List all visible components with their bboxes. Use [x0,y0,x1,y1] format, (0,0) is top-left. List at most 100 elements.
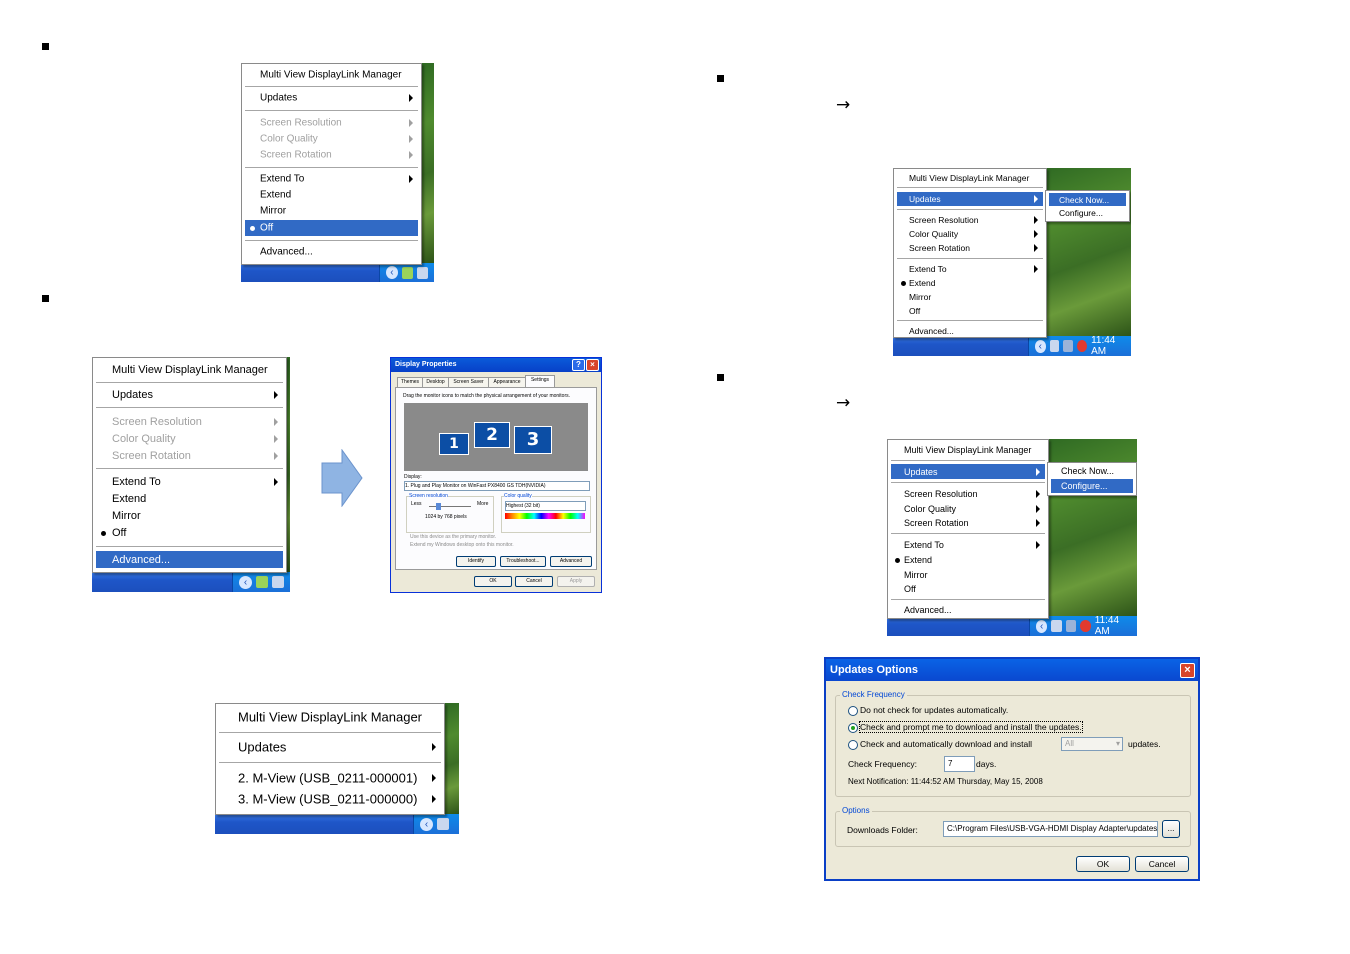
context-menu: Multi View DisplayLink Manager Updates S… [893,168,1047,338]
color-quality-select[interactable]: Highest (32 bit) [505,501,586,511]
network-icon[interactable] [401,266,413,279]
menu-item-off[interactable]: Off [245,220,418,236]
radio-auto-install-label: Check and automatically download and ins… [860,739,1032,749]
menu-item-mview-1[interactable]: 2. M-View (USB_0211-000001) [219,768,441,788]
browse-button[interactable]: ... [1162,820,1180,838]
monitor-1[interactable]: 1 [439,433,469,455]
radio-auto-install[interactable] [848,740,858,750]
slider-thumb[interactable] [436,503,441,510]
menu-item-color-quality[interactable]: Color Quality [96,430,283,447]
troubleshoot-button[interactable]: Troubleshoot... [500,556,546,567]
frequency-unit: days. [976,759,997,769]
close-button[interactable]: × [1180,663,1195,678]
frequency-input[interactable]: 7 [944,756,975,772]
close-button[interactable]: × [586,359,599,371]
menu-item-color-quality[interactable]: Color Quality [891,501,1045,516]
menu-item-advanced[interactable]: Advanced... [897,324,1043,338]
menu-item-updates[interactable]: Updates [897,192,1043,206]
menu-item-mirror[interactable]: Mirror [96,507,283,524]
menu-item-updates[interactable]: Updates [96,386,283,403]
menu-item-screen-rotation[interactable]: Screen Rotation [96,447,283,464]
updates-type-select[interactable]: All ▾ [1061,737,1123,751]
menu-screenshot-4: ‹ 11:44 AM Multi View DisplayLink Manage… [893,168,1131,356]
apply-button[interactable]: Apply [557,576,595,587]
monitor-2[interactable]: 2 [474,422,510,448]
menu-item-updates[interactable]: Updates [219,737,441,757]
menu-item-extend-to[interactable]: Extend To [245,171,418,187]
downloads-folder-input[interactable]: C:\Program Files\USB-VGA-HDMI Display Ad… [943,821,1158,837]
radio-no-check[interactable] [848,706,858,716]
primary-monitor-checkbox[interactable]: Use this device as the primary monitor. [410,534,496,540]
menu-item-screen-resolution[interactable]: Screen Resolution [96,413,283,430]
menu-item-off[interactable]: Off [96,524,283,541]
extend-desktop-checkbox[interactable]: Extend my Windows desktop onto this moni… [410,542,514,548]
network-icon[interactable] [1065,620,1077,632]
cancel-button[interactable]: Cancel [1135,856,1189,872]
menu-item-extend-to[interactable]: Extend To [897,262,1043,276]
menu-item-color-quality[interactable]: Color Quality [897,227,1043,241]
menu-item-screen-resolution[interactable]: Screen Resolution [891,486,1045,501]
menu-item-extend[interactable]: Extend [96,490,283,507]
menu-item-extend[interactable]: Extend [245,187,418,203]
menu-item-screen-resolution[interactable]: Screen Resolution [245,115,418,131]
identify-button[interactable]: Identify [456,556,496,567]
network-icon[interactable] [1063,340,1074,352]
display-icon[interactable] [1051,620,1062,632]
menu-item-advanced[interactable]: Advanced... [891,602,1045,617]
options-label: Options [840,806,872,815]
menu-item-color-quality[interactable]: Color Quality [245,131,418,147]
color-spectrum [505,513,585,519]
menu-item-mirror[interactable]: Mirror [891,567,1045,582]
display-icon[interactable] [437,818,449,830]
menu-item-advanced[interactable]: Advanced... [245,244,418,260]
menu-item-updates[interactable]: Updates [245,90,418,106]
context-menu: Multi View DisplayLink Manager Updates S… [92,357,287,573]
menu-item-mirror[interactable]: Mirror [897,290,1043,304]
chevron-left-icon[interactable]: ‹ [386,266,398,279]
menu-item-off[interactable]: Off [897,304,1043,318]
menu-item-extend[interactable]: Extend [897,276,1043,290]
ok-button[interactable]: OK [474,576,512,587]
menu-item-screen-resolution[interactable]: Screen Resolution [897,213,1043,227]
menu-item-mview-2[interactable]: 3. M-View (USB_0211-000000) [219,789,441,809]
monitor-3[interactable]: 3 [514,426,552,454]
chevron-left-icon[interactable]: ‹ [1035,339,1046,353]
bullet [717,75,724,82]
menu-item-advanced[interactable]: Advanced... [96,551,283,568]
display-icon[interactable] [416,266,429,279]
menu-item-extend-to[interactable]: Extend To [96,473,283,490]
cancel-button[interactable]: Cancel [515,576,553,587]
security-icon[interactable] [1077,340,1088,352]
radio-check-prompt[interactable] [848,723,858,733]
menu-screenshot-1: ‹ Multi View DisplayLink Manager Updates… [241,63,434,282]
arrow: → [836,393,851,413]
settings-panel: Drag the monitor icons to match the phys… [395,387,597,570]
menu-item-updates[interactable]: Updates [891,464,1045,479]
advanced-button[interactable]: Advanced [550,556,592,567]
menu-item-extend-to[interactable]: Extend To [891,537,1045,552]
menu-item-screen-rotation[interactable]: Screen Rotation [897,241,1043,255]
display-icon[interactable] [1049,340,1060,352]
submenu-configure[interactable]: Configure... [1049,206,1126,219]
menu-item-off[interactable]: Off [891,581,1045,596]
menu-item-mirror[interactable]: Mirror [245,203,418,219]
network-icon[interactable] [256,576,268,588]
menu-item-screen-rotation[interactable]: Screen Rotation [891,515,1045,530]
chevron-left-icon[interactable]: ‹ [239,575,252,589]
display-select[interactable]: 1. Plug and Play Monitor on WinFast PX84… [404,481,590,491]
color-quality-label: Color quality [504,493,532,499]
downloads-folder-label: Downloads Folder: [847,825,918,835]
submenu-configure[interactable]: Configure... [1051,479,1133,493]
chevron-left-icon[interactable]: ‹ [1036,619,1048,633]
frequency-label: Check Frequency: [848,759,917,769]
display-icon[interactable] [272,576,284,588]
menu-item-screen-rotation[interactable]: Screen Rotation [245,147,418,163]
submenu-check-now[interactable]: Check Now... [1051,464,1133,478]
ok-button[interactable]: OK [1076,856,1130,872]
chevron-left-icon[interactable]: ‹ [420,817,433,831]
security-icon[interactable] [1080,620,1091,632]
menu-screenshot-5: ‹ 11:44 AM Multi View DisplayLink Manage… [887,439,1137,636]
help-button[interactable]: ? [572,359,585,371]
submenu-check-now[interactable]: Check Now... [1049,193,1126,206]
menu-item-extend[interactable]: Extend [891,552,1045,567]
